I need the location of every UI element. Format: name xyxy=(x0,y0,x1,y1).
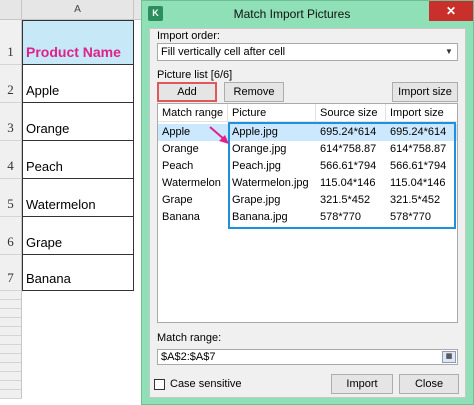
picture-cell: Banana.jpg xyxy=(232,211,288,223)
picture-list[interactable]: Match range Picture Source size Import s… xyxy=(157,103,458,323)
column-header-match-range[interactable]: Match range xyxy=(158,104,228,122)
import-size-button[interactable]: Import size xyxy=(392,82,458,102)
import-order-dropdown[interactable]: Fill vertically cell after cell ▼ xyxy=(157,43,458,61)
match-range-cell: Peach xyxy=(162,160,194,172)
cell-a7[interactable]: Banana xyxy=(22,255,134,291)
match-import-pictures-dialog: K Match Import Pictures ✕ Import order: … xyxy=(141,0,474,405)
dialog-title: Match Import Pictures xyxy=(233,7,351,21)
row-header-empty xyxy=(0,390,22,399)
close-window-button[interactable]: ✕ xyxy=(429,1,473,21)
row-header-empty xyxy=(0,372,22,381)
case-sensitive-checkbox[interactable] xyxy=(154,379,165,390)
chevron-down-icon[interactable]: ▼ xyxy=(441,44,457,60)
close-button[interactable]: Close xyxy=(399,374,459,394)
row-header-empty xyxy=(0,354,22,363)
import-size-cell: 614*758.87 xyxy=(390,143,447,155)
source-size-cell: 695.24*614 xyxy=(320,126,377,138)
row-header-empty xyxy=(0,318,22,327)
picture-cell: Peach.jpg xyxy=(232,160,281,172)
dialog-content-panel: Import order: Fill vertically cell after… xyxy=(149,28,466,398)
column-header-a[interactable]: A xyxy=(22,0,134,20)
column-header-import-size[interactable]: Import size xyxy=(386,104,457,122)
row-header-5[interactable]: 5 xyxy=(0,179,22,217)
row-header-empty xyxy=(0,309,22,318)
picture-cell: Watermelon.jpg xyxy=(232,177,309,189)
case-sensitive-label[interactable]: Case sensitive xyxy=(170,378,242,390)
match-range-value: $A$2:$A$7 xyxy=(161,351,216,363)
dialog-titlebar[interactable]: K Match Import Pictures ✕ xyxy=(142,1,473,28)
cell-a4[interactable]: Peach xyxy=(22,141,134,179)
row-header-empty xyxy=(0,327,22,336)
match-range-cell: Orange xyxy=(162,143,199,155)
remove-button[interactable]: Remove xyxy=(224,82,284,102)
column-header-picture[interactable]: Picture xyxy=(228,104,316,122)
row-header-6[interactable]: 6 xyxy=(0,217,22,255)
row-header-empty xyxy=(0,336,22,345)
row-header-4[interactable]: 4 xyxy=(0,141,22,179)
row-header-7[interactable]: 7 xyxy=(0,255,22,291)
list-item[interactable]: Grape Grape.jpg 321.5*452 321.5*452 xyxy=(158,192,457,209)
cell-a1-product-name[interactable]: Product Name xyxy=(22,20,134,65)
row-header-1[interactable]: 1 xyxy=(0,20,22,65)
cell-a5[interactable]: Watermelon xyxy=(22,179,134,217)
match-range-cell: Apple xyxy=(162,126,191,138)
spreadsheet: A 1 Product Name 2 Apple 3 Orange 4 Peac… xyxy=(0,0,160,405)
match-range-cell: Watermelon xyxy=(162,177,221,189)
import-size-cell: 578*770 xyxy=(390,211,431,223)
match-range-input[interactable]: $A$2:$A$7 ▦ xyxy=(157,349,458,365)
range-select-icon[interactable]: ▦ xyxy=(442,351,456,363)
row-header-3[interactable]: 3 xyxy=(0,103,22,141)
match-range-cell: Banana xyxy=(162,211,200,223)
import-order-label: Import order: xyxy=(157,30,220,42)
source-size-cell: 614*758.87 xyxy=(320,143,377,155)
picture-cell: Orange.jpg xyxy=(232,143,287,155)
picture-list-label: Picture list [6/6] xyxy=(157,69,233,81)
source-size-cell: 115.04*146 xyxy=(320,177,376,189)
row-header-2[interactable]: 2 xyxy=(0,65,22,103)
select-all-corner[interactable] xyxy=(0,0,22,20)
picture-list-header: Match range Picture Source size Import s… xyxy=(158,104,457,122)
row-header-empty xyxy=(0,300,22,309)
row-header-empty xyxy=(0,345,22,354)
import-size-cell: 566.61*794 xyxy=(390,160,447,172)
import-size-cell: 115.04*146 xyxy=(390,177,446,189)
row-header-empty xyxy=(0,291,22,300)
picture-cell: Grape.jpg xyxy=(232,194,281,206)
match-range-label: Match range: xyxy=(157,332,222,344)
picture-cell: Apple.jpg xyxy=(232,126,278,138)
add-button[interactable]: Add xyxy=(157,82,217,102)
cell-a2[interactable]: Apple xyxy=(22,65,134,103)
import-size-cell: 695.24*614 xyxy=(390,126,447,138)
source-size-cell: 578*770 xyxy=(320,211,361,223)
import-order-value: Fill vertically cell after cell xyxy=(161,46,286,58)
column-header-source-size[interactable]: Source size xyxy=(316,104,386,122)
list-item[interactable]: Peach Peach.jpg 566.61*794 566.61*794 xyxy=(158,158,457,175)
match-range-cell: Grape xyxy=(162,194,193,206)
import-size-cell: 321.5*452 xyxy=(390,194,441,206)
list-item[interactable]: Banana Banana.jpg 578*770 578*770 xyxy=(158,209,457,226)
row-header-empty xyxy=(0,381,22,390)
list-item[interactable]: Watermelon Watermelon.jpg 115.04*146 115… xyxy=(158,175,457,192)
cell-a3[interactable]: Orange xyxy=(22,103,134,141)
import-button[interactable]: Import xyxy=(331,374,393,394)
row-header-empty xyxy=(0,363,22,372)
source-size-cell: 566.61*794 xyxy=(320,160,377,172)
source-size-cell: 321.5*452 xyxy=(320,194,371,206)
cell-a6[interactable]: Grape xyxy=(22,217,134,255)
list-item[interactable]: Orange Orange.jpg 614*758.87 614*758.87 xyxy=(158,141,457,158)
list-item[interactable]: Apple Apple.jpg 695.24*614 695.24*614 xyxy=(158,124,457,141)
